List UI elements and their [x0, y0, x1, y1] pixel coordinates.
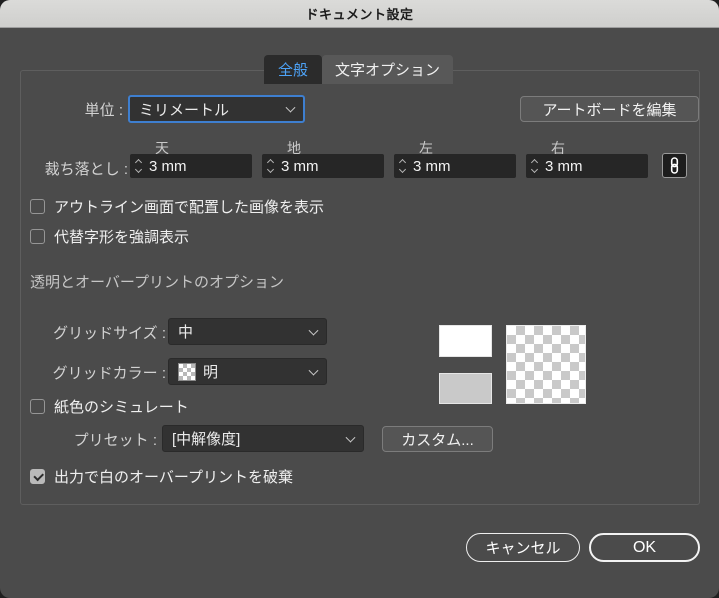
- grid-color-select[interactable]: 明: [168, 358, 327, 385]
- chain-link-icon: [670, 157, 679, 174]
- bleed-left-value[interactable]: 3 mm: [410, 158, 451, 175]
- chevron-down-icon: [345, 432, 356, 443]
- tab-type-options[interactable]: 文字オプション: [322, 55, 453, 84]
- bleed-top-value[interactable]: 3 mm: [146, 158, 187, 175]
- checkerboard-icon: [178, 362, 196, 381]
- dialog-title: ドキュメント設定: [305, 7, 414, 22]
- cancel-button[interactable]: キャンセル: [466, 533, 580, 562]
- show-images-in-outline-row[interactable]: アウトライン画面で配置した画像を表示: [30, 196, 324, 217]
- custom-button-label: カスタム...: [401, 431, 474, 449]
- tab-general-label: 全般: [277, 62, 308, 79]
- highlight-substituted-glyphs-checkbox[interactable]: [30, 229, 45, 244]
- discard-white-overprint-checkbox[interactable]: [30, 469, 45, 484]
- units-label: 単位 :: [84, 102, 123, 119]
- edit-artboards-button[interactable]: アートボードを編集: [520, 96, 699, 122]
- paper-white-swatch: [439, 325, 492, 357]
- grid-size-select-value: 中: [178, 324, 194, 341]
- bleed-top-field[interactable]: 3 mm: [130, 154, 252, 178]
- custom-button[interactable]: カスタム...: [382, 426, 493, 452]
- simulate-paper-row[interactable]: 紙色のシミュレート: [30, 396, 189, 417]
- discard-white-overprint-label: 出力で白のオーバープリントを破棄: [54, 469, 293, 486]
- title-bar[interactable]: ドキュメント設定: [0, 0, 719, 28]
- bleed-bottom-field[interactable]: 3 mm: [262, 154, 384, 178]
- transparency-grid-preview: [506, 325, 586, 404]
- simulate-paper-label: 紙色のシミュレート: [54, 399, 189, 416]
- show-images-in-outline-checkbox[interactable]: [30, 199, 45, 214]
- transparency-section-title: 透明とオーバープリントのオプション: [30, 274, 284, 291]
- paper-gray-swatch: [439, 373, 492, 404]
- stepper-down-icon[interactable]: [134, 165, 142, 174]
- link-bleed-values-button[interactable]: [662, 153, 687, 178]
- show-images-in-outline-label: アウトライン画面で配置した画像を表示: [54, 199, 325, 216]
- stepper-icon[interactable]: [130, 154, 146, 178]
- grid-size-label: グリッドサイズ :: [53, 325, 166, 342]
- stepper-icon[interactable]: [394, 154, 410, 178]
- stepper-down-icon[interactable]: [266, 165, 274, 174]
- grid-size-select[interactable]: 中: [168, 318, 327, 345]
- bleed-bottom-value[interactable]: 3 mm: [278, 158, 319, 175]
- stepper-down-icon[interactable]: [530, 165, 538, 174]
- ok-button-label: OK: [632, 538, 657, 556]
- chevron-down-icon: [308, 325, 319, 336]
- cancel-button-label: キャンセル: [485, 540, 561, 557]
- preset-select-value: [中解像度]: [172, 431, 241, 448]
- document-setup-dialog: ドキュメント設定 全般 文字オプション 単位 : ミリメートル アートボードを編…: [0, 0, 719, 598]
- stepper-icon[interactable]: [262, 154, 278, 178]
- chevron-down-icon: [308, 365, 319, 376]
- grid-color-select-value: 明: [203, 364, 219, 381]
- grid-color-label: グリッドカラー :: [52, 365, 166, 382]
- tab-type-options-label: 文字オプション: [334, 62, 440, 79]
- chevron-down-icon: [285, 102, 296, 113]
- preset-label: プリセット :: [73, 432, 157, 449]
- edit-artboards-button-label: アートボードを編集: [542, 101, 677, 119]
- bleed-right-field[interactable]: 3 mm: [526, 154, 648, 178]
- ok-button[interactable]: OK: [589, 533, 700, 562]
- tab-general[interactable]: 全般: [264, 55, 322, 84]
- bleed-label: 裁ち落とし :: [44, 161, 128, 178]
- highlight-substituted-glyphs-label: 代替字形を強調表示: [54, 229, 190, 246]
- preset-select[interactable]: [中解像度]: [162, 425, 364, 452]
- bleed-left-field[interactable]: 3 mm: [394, 154, 516, 178]
- highlight-substituted-glyphs-row[interactable]: 代替字形を強調表示: [30, 226, 189, 247]
- bleed-right-value[interactable]: 3 mm: [542, 158, 583, 175]
- stepper-icon[interactable]: [526, 154, 542, 178]
- units-select[interactable]: ミリメートル: [128, 95, 305, 123]
- simulate-paper-checkbox[interactable]: [30, 399, 45, 414]
- discard-white-overprint-row[interactable]: 出力で白のオーバープリントを破棄: [30, 466, 293, 487]
- units-select-value: ミリメートル: [139, 101, 230, 119]
- stepper-down-icon[interactable]: [398, 165, 406, 174]
